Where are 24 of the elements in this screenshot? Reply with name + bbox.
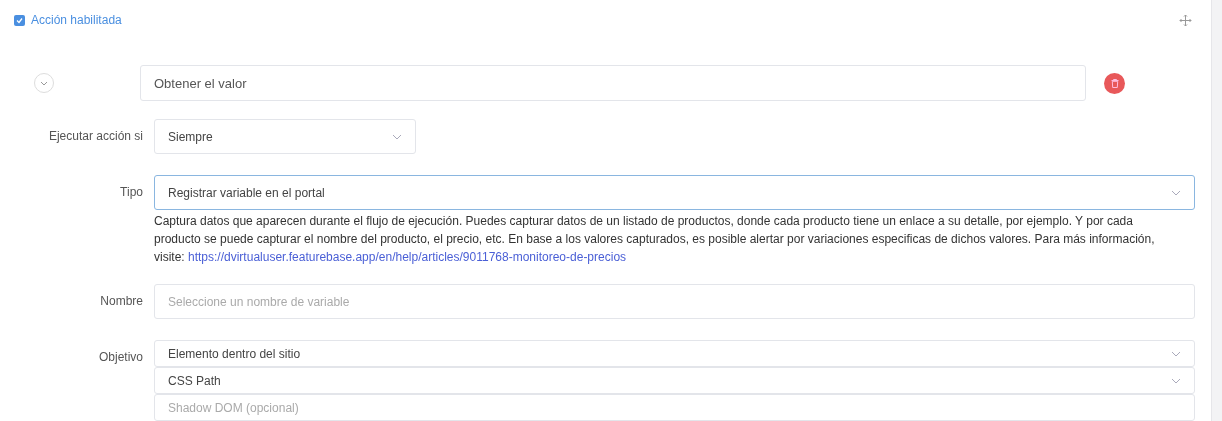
checkbox[interactable] [14,14,25,26]
chevron-down-icon [1171,189,1181,196]
trash-icon [1110,78,1119,88]
expand-toggle[interactable] [34,73,54,93]
select-field[interactable]: CSS Path [154,367,1195,394]
move-icon[interactable] [1179,13,1192,27]
checkbox-label: Acción habilitada [31,13,122,27]
input-field[interactable]: Shadow DOM (opcional) [154,394,1195,421]
chevron-icon [40,80,48,86]
select-field[interactable]: Elemento dentro del sitio [154,340,1195,367]
delete-button[interactable] [1104,72,1125,94]
field-label: Nombre [99,293,144,310]
field-label: Ejecutar acción si [47,128,144,145]
chevron-down-icon [1171,350,1181,357]
chevron-down-icon [1171,377,1181,384]
select-field[interactable]: Registrar variable en el portal [154,175,1195,210]
help-text: Captura datos que aparecen durante el flujo de ejecución. Puedes capturar datos de un listado de productos, donde cada producto tiene un enlace a su detalle, por ejemplo. Y por cada producto se puede capturar el nombre del producto, el precio, etc. En base a los valores capturados, es posible alertar por variaciones especificas de dichos valores. Para más información, visite: https://dvirtualuser.featurebase.app/en/help/articles/9011768-monitoreo-de-precios [154,213,1156,266]
help-link[interactable]: https://dvirtualuser.featurebase.app/en/help/articles/9011768-monitoreo-de-precios [188,250,627,264]
chevron-down-icon [392,133,402,140]
field-label: Tipo [119,184,144,201]
select-field[interactable]: Siempre [154,119,416,154]
field-label: Objetivo [97,349,144,366]
input-field[interactable]: Seleccione un nombre de variable [154,284,1195,319]
action-name-field[interactable]: Obtener el valor [140,65,1086,101]
